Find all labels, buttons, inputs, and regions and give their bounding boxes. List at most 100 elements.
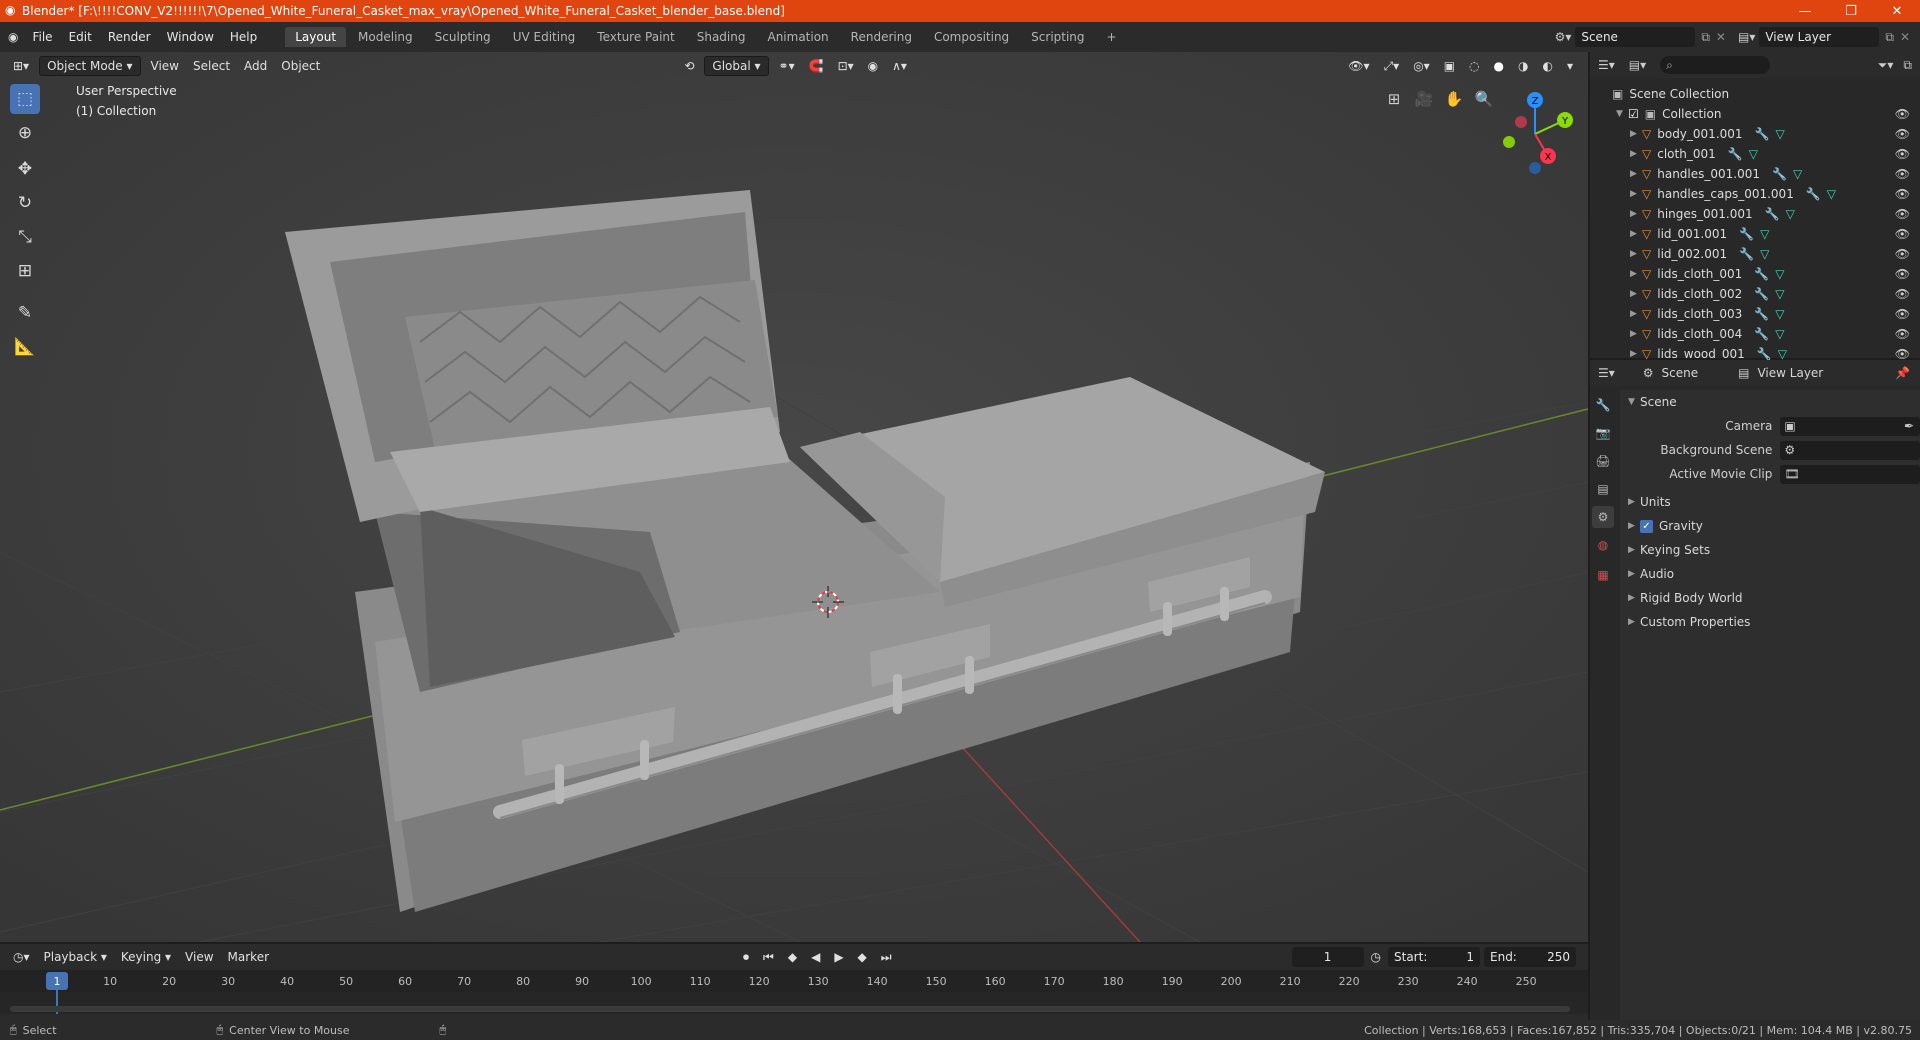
menu-render[interactable]: Render (100, 30, 159, 44)
outliner-object-row[interactable]: ▶ ▽ handles_001.001 🔧 ▽ 👁 (1590, 164, 1920, 184)
modifier-wrench-icon[interactable]: 🔧 (1806, 187, 1821, 201)
expand-arrow-icon[interactable]: ▶ (1630, 229, 1642, 239)
mesh-data-icon[interactable]: ▽ (1760, 227, 1769, 241)
menu-edit[interactable]: Edit (61, 30, 100, 44)
new-view-layer-icon[interactable]: ⧉ (1885, 30, 1894, 45)
record-icon[interactable]: ⏺ (736, 948, 756, 967)
menu-view[interactable]: View (144, 57, 186, 75)
transform-orientation-dropdown[interactable]: Global ▾ (704, 56, 769, 76)
snap-icon[interactable]: 🧲 (802, 57, 831, 75)
rotate-tool-icon[interactable]: ↻ (10, 188, 40, 218)
proportional-edit-icon[interactable]: ◉ (861, 57, 885, 75)
xray-icon[interactable]: ▣ (1437, 57, 1462, 75)
eye-icon[interactable]: 👁 (1895, 287, 1910, 301)
expand-arrow-icon[interactable]: ▶ (1630, 249, 1642, 259)
filter-icon[interactable]: ⏷▾ (1878, 58, 1894, 73)
jump-start-icon[interactable]: ⏮ (756, 948, 781, 967)
navigation-gizmo[interactable]: Z Y X (1490, 86, 1580, 176)
tab-layout[interactable]: Layout (285, 27, 347, 47)
eye-icon[interactable]: 👁 (1895, 247, 1910, 261)
shading-material-icon[interactable]: ◑ (1511, 57, 1535, 75)
modifier-wrench-icon[interactable]: 🔧 (1754, 287, 1769, 301)
restore-button[interactable]: ❐ (1828, 4, 1874, 19)
new-scene-icon[interactable]: ⧉ (1701, 30, 1710, 45)
scene-tab-label[interactable]: Scene (1662, 366, 1699, 380)
modifier-wrench-icon[interactable]: 🔧 (1728, 147, 1743, 161)
tab-shading[interactable]: Shading (687, 27, 756, 47)
eye-icon[interactable]: 👁 (1895, 167, 1910, 181)
expand-arrow-icon[interactable]: ▶ (1630, 129, 1642, 139)
expand-arrow-icon[interactable]: ▶ (1630, 309, 1642, 319)
menu-object[interactable]: Object (274, 57, 327, 75)
modifier-wrench-icon[interactable]: 🔧 (1754, 267, 1769, 281)
display-mode-icon[interactable]: ▤▾ (1629, 58, 1646, 72)
marker-menu[interactable]: Marker (221, 948, 276, 966)
eye-icon[interactable]: 👁 (1895, 307, 1910, 321)
modifier-wrench-icon[interactable]: 🔧 (1755, 127, 1770, 141)
outliner-object-row[interactable]: ▶ ▽ cloth_001 🔧 ▽ 👁 (1590, 144, 1920, 164)
annotate-tool-icon[interactable]: ✎ (10, 298, 40, 328)
mesh-data-icon[interactable]: ▽ (1778, 347, 1787, 361)
render-tab-icon[interactable]: 📷 (1592, 422, 1614, 444)
scene-side-tab-icon[interactable]: ⚙ (1592, 506, 1614, 528)
mesh-data-icon[interactable]: ▽ (1775, 287, 1784, 301)
rigid-body-world-section[interactable]: ▶ Rigid Body World (1620, 586, 1920, 610)
menu-select[interactable]: Select (186, 57, 237, 75)
view-layer-field[interactable]: View Layer (1759, 27, 1880, 47)
tab-texture-paint[interactable]: Texture Paint (587, 27, 684, 47)
modifier-wrench-icon[interactable]: 🔧 (1754, 307, 1769, 321)
eye-icon[interactable]: 👁 (1895, 327, 1910, 341)
blender-menu-icon[interactable]: ◉ (8, 30, 18, 44)
gizmo-toggle-icon[interactable]: ⤢▾ (1377, 57, 1407, 76)
mesh-data-icon[interactable]: ▽ (1775, 307, 1784, 321)
visibility-icon[interactable]: 👁▾ (1341, 57, 1376, 75)
falloff-icon[interactable]: ∧▾ (885, 57, 914, 75)
scene-browse-icon[interactable]: ⚙▾ (1555, 30, 1572, 44)
shading-solid-icon[interactable]: ● (1487, 57, 1511, 75)
transform-tool-icon[interactable]: ⊞ (10, 256, 40, 286)
eyedropper-icon[interactable]: ✒ (1904, 419, 1914, 433)
tab-compositing[interactable]: Compositing (924, 27, 1019, 47)
shading-options-icon[interactable]: ▾ (1560, 57, 1580, 75)
tab-scripting[interactable]: Scripting (1021, 27, 1094, 47)
menu-file[interactable]: File (24, 30, 60, 44)
timeline-editor-icon[interactable]: ◷▾ (6, 948, 37, 966)
active-movie-clip-field[interactable]: 🎞 (1780, 464, 1920, 484)
pivot-icon[interactable]: ⚭▾ (772, 57, 802, 75)
expand-arrow-icon[interactable]: ▶ (1630, 209, 1642, 219)
mesh-data-icon[interactable]: ▽ (1775, 267, 1784, 281)
texture-tab-icon[interactable]: ▦ (1592, 564, 1614, 586)
mesh-data-icon[interactable]: ▽ (1749, 147, 1758, 161)
next-keyframe-icon[interactable]: ◆ (851, 948, 874, 966)
expand-arrow-icon[interactable]: ▶ (1630, 189, 1642, 199)
background-scene-field[interactable]: ⚙ (1780, 440, 1920, 460)
mesh-data-icon[interactable]: ▽ (1793, 167, 1802, 181)
outliner-object-row[interactable]: ▶ ▽ lid_001.001 🔧 ▽ 👁 (1590, 224, 1920, 244)
prev-keyframe-icon[interactable]: ◆ (781, 948, 804, 966)
shading-wireframe-icon[interactable]: ◌ (1462, 57, 1486, 75)
add-workspace-button[interactable]: + (1097, 27, 1127, 47)
mesh-data-icon[interactable]: ▽ (1827, 187, 1836, 201)
remove-view-layer-icon[interactable]: ✕ (1900, 30, 1910, 44)
expand-arrow-icon[interactable]: ▶ (1630, 289, 1642, 299)
eye-icon[interactable]: 👁 (1895, 227, 1910, 241)
units-section[interactable]: ▶ Units (1620, 490, 1920, 514)
outliner-object-row[interactable]: ▶ ▽ lid_002.001 🔧 ▽ 👁 (1590, 244, 1920, 264)
eye-icon[interactable]: 👁 (1895, 187, 1910, 201)
pin-icon[interactable]: 📌 (1895, 366, 1910, 380)
outliner-object-row[interactable]: ▶ ▽ lids_cloth_003 🔧 ▽ 👁 (1590, 304, 1920, 324)
jump-end-icon[interactable]: ⏭ (874, 948, 899, 967)
menu-window[interactable]: Window (159, 30, 222, 44)
tab-modeling[interactable]: Modeling (348, 27, 423, 47)
shading-rendered-icon[interactable]: ◐ (1535, 57, 1559, 75)
move-tool-icon[interactable]: ✥ (10, 154, 40, 184)
mesh-data-icon[interactable]: ▽ (1760, 247, 1769, 261)
outliner-object-row[interactable]: ▶ ▽ lids_cloth_002 🔧 ▽ 👁 (1590, 284, 1920, 304)
mode-dropdown[interactable]: Object Mode ▾ (39, 56, 141, 76)
close-button[interactable]: ✕ (1874, 4, 1920, 19)
eye-icon[interactable]: 👁 (1895, 107, 1910, 121)
modifier-wrench-icon[interactable]: 🔧 (1754, 327, 1769, 341)
view-layer-icon[interactable]: ▤▾ (1738, 30, 1755, 44)
mesh-data-icon[interactable]: ▽ (1776, 127, 1785, 141)
grid-view-icon[interactable]: ⊞ (1381, 86, 1407, 112)
